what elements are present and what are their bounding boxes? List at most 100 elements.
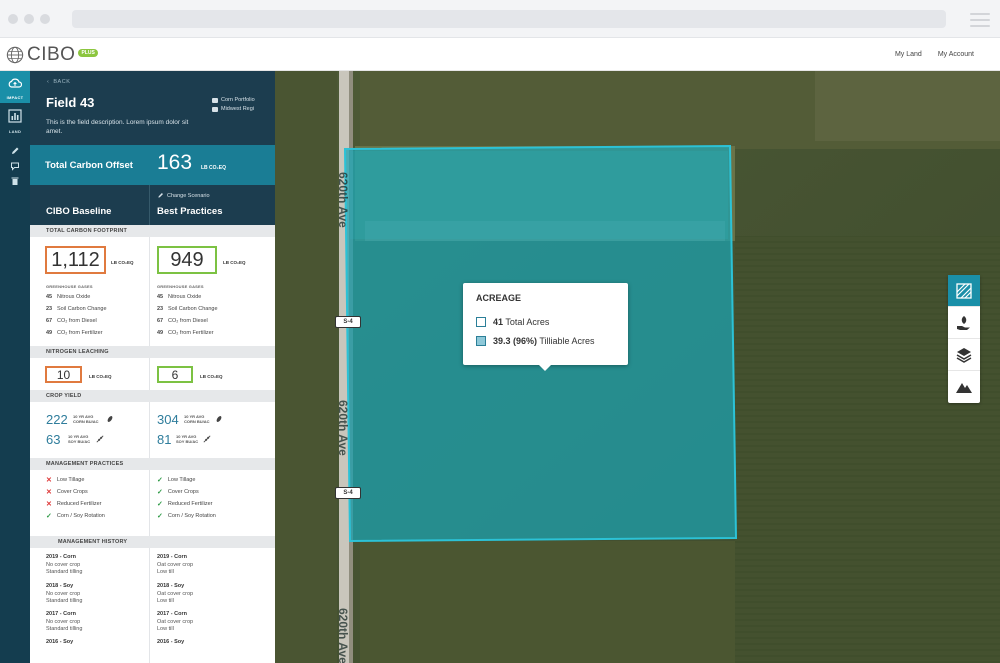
rail-label: LAND xyxy=(8,129,22,134)
history-line: Low till xyxy=(157,626,174,632)
baseline-footprint-box: 1,112 xyxy=(45,246,106,274)
rail-item-land[interactable]: LAND xyxy=(0,106,30,136)
history-year: 2018 - Soy xyxy=(46,583,74,589)
gas-value: 49 xyxy=(46,330,53,336)
yield-label-line: CORN BU/AC xyxy=(73,419,99,424)
back-button[interactable]: ‹ BACK xyxy=(47,79,70,85)
hatch-tool-button[interactable] xyxy=(948,275,980,307)
offset-unit: LB CO₂EQ xyxy=(201,165,226,171)
pencil-icon[interactable] xyxy=(10,146,20,156)
history-line: Oat cover crop xyxy=(157,618,194,625)
gas-label: Soil Carbon Change xyxy=(57,306,107,312)
history-line: Low till xyxy=(157,598,174,604)
nav-link-my-land[interactable]: My Land xyxy=(895,51,922,58)
history-year: 2016 - Soy xyxy=(157,639,185,645)
land-use-button[interactable] xyxy=(948,307,980,339)
chart-icon xyxy=(8,109,22,123)
history-item: 2017 - Corn Oat cover crop Low till xyxy=(157,611,193,634)
unit-label: LB CO₂EQ xyxy=(223,260,246,265)
practice-label: Corn / Soy Rotation xyxy=(56,513,105,519)
history-line: Oat cover crop xyxy=(157,561,194,568)
yield-value: 63 xyxy=(46,432,61,447)
gas-label: Soil Carbon Change xyxy=(168,306,218,312)
scenario-header: Change Scenario CIBO Baseline Best Pract… xyxy=(30,185,275,225)
yield-label: 10 YR AVG SOY BU/AC xyxy=(68,434,90,444)
tag-item[interactable]: Corn Portfolio xyxy=(212,96,255,105)
practices-row: ✕ Low Tillage ✕ Cover Crops ✕ Reduced Ferti… xyxy=(30,470,275,536)
gas-value: 45 xyxy=(157,294,164,300)
x-icon: ✕ xyxy=(46,489,52,496)
footprint-row: 1,112 LB CO₂EQ 949 LB CO₂EQ GREENHOUSE G… xyxy=(30,237,275,346)
comment-icon[interactable] xyxy=(10,161,20,171)
layers-button[interactable] xyxy=(948,339,980,371)
trash-icon[interactable] xyxy=(10,176,20,186)
x-icon: ✕ xyxy=(46,477,52,484)
section-header-nitrogen: NITROGEN LEACHING xyxy=(30,346,275,358)
history-item: 2018 - Soy Oat cover crop Low till xyxy=(157,583,193,606)
hatch-icon xyxy=(956,282,972,299)
gas-row: 49 CO₂ from Fertilizer xyxy=(46,330,103,336)
check-icon: ✓ xyxy=(157,501,163,508)
rail-label: IMPACT xyxy=(6,95,24,100)
rail-item-impact[interactable]: IMPACT xyxy=(0,71,30,103)
change-scenario-button[interactable]: Change Scenario xyxy=(157,192,210,199)
logo[interactable]: CIBO PLUS xyxy=(6,44,98,65)
road-name-label: 620th Ave xyxy=(336,172,350,228)
field-description: This is the field description. Lorem ips… xyxy=(46,119,189,135)
total-acres-value: 41 xyxy=(493,317,504,327)
gas-value: 45 xyxy=(46,294,53,300)
north-east-field xyxy=(815,71,1000,141)
gas-label: CO₂ from Diesel xyxy=(57,318,97,324)
gas-row: 23 Soil Carbon Change xyxy=(157,306,218,312)
practice-item: ✓ Low Tillage xyxy=(157,476,195,484)
gas-row: 49 CO₂ from Fertilizer xyxy=(157,330,214,336)
yield-row: 222 10 YR AVG CORN BU/AC 63 10 YR AVG SOY … xyxy=(30,402,275,458)
practice-label: Corn / Soy Rotation xyxy=(167,513,216,519)
offset-value: 163 xyxy=(157,151,193,174)
yield-value: 81 xyxy=(157,432,172,447)
tillable-acres-value: 39.3 (96%) xyxy=(493,336,538,346)
gas-label: Nitrous Oxide xyxy=(57,294,91,300)
map-tools xyxy=(948,275,980,403)
cloud-icon xyxy=(8,78,23,88)
practice-item: ✓ Cover Crops xyxy=(157,488,199,496)
url-bar[interactable] xyxy=(72,10,946,28)
road-name-label: 620th Ave xyxy=(336,400,350,456)
practice-label: Reduced Fertilizer xyxy=(167,501,213,507)
page-title: Field 43 xyxy=(46,95,95,110)
gas-row: 23 Soil Carbon Change xyxy=(46,306,107,312)
history-line: Standard tilling xyxy=(46,598,83,604)
best-nitrogen-box: 6 xyxy=(157,366,193,383)
section-header-footprint: TOTAL CARBON FOOTPRINT xyxy=(30,225,275,237)
window-dot xyxy=(24,14,34,24)
history-year: 2017 - Corn xyxy=(157,611,187,617)
tag-item[interactable]: Midwest Regi xyxy=(212,105,255,114)
pencil-icon xyxy=(158,193,163,198)
gas-label: CO₂ from Fertilizer xyxy=(168,330,214,336)
unit-label: LB CO₂EQ xyxy=(89,374,112,379)
practice-label: Cover Crops xyxy=(56,489,88,495)
check-icon: ✓ xyxy=(46,513,52,520)
mountain-icon xyxy=(956,383,972,393)
field-overlay-highlight xyxy=(350,151,728,239)
practice-item: ✕ Reduced Fertilizer xyxy=(46,500,102,508)
history-line: No cover crop xyxy=(46,590,81,597)
gas-value: 67 xyxy=(157,318,164,324)
tillable-acres-row[interactable]: 39.3 (96%) Tilliable Acres xyxy=(476,336,595,346)
total-acres-row[interactable]: 41 Total Acres xyxy=(476,317,549,327)
history-line: No cover crop xyxy=(46,618,81,625)
hand-leaf-icon xyxy=(957,315,970,330)
satellite-map[interactable] xyxy=(275,71,1000,663)
acreage-tooltip: ACREAGE 41 Total Acres 39.3 (96%) Tillia… xyxy=(463,283,628,371)
terrain-button[interactable] xyxy=(948,371,980,403)
road-name-label: 620th Ave xyxy=(336,608,350,663)
gas-label: CO₂ from Diesel xyxy=(168,318,208,324)
section-header-history: MANAGEMENT HISTORY xyxy=(30,536,275,548)
panel-header: ‹ BACK Field 43 This is the field descri… xyxy=(30,71,275,145)
nav-link-my-account[interactable]: My Account xyxy=(938,51,974,58)
checkbox-icon[interactable] xyxy=(476,317,486,327)
menu-icon[interactable] xyxy=(970,13,990,31)
gas-label: Nitrous Oxide xyxy=(168,294,202,300)
x-icon: ✕ xyxy=(46,501,52,508)
checkbox-icon[interactable] xyxy=(476,336,486,346)
